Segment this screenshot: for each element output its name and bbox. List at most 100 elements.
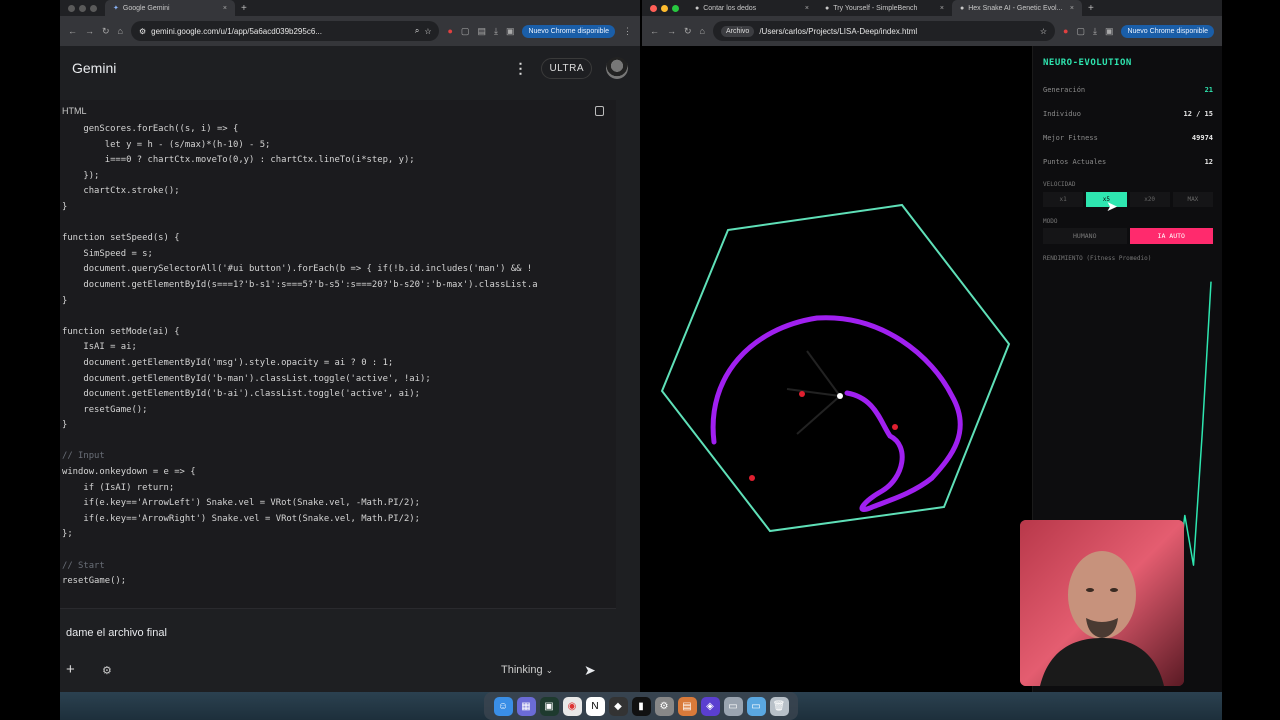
tools-icon[interactable]: ⚙ bbox=[102, 664, 112, 677]
puzzle-icon[interactable]: ▢ bbox=[461, 26, 470, 37]
extension-icon[interactable]: ● bbox=[447, 26, 452, 36]
puzzle-icon[interactable]: ▢ bbox=[1076, 26, 1085, 37]
home-icon[interactable]: ⌂ bbox=[118, 26, 123, 36]
copy-icon[interactable] bbox=[595, 106, 604, 116]
preview-icon[interactable]: ▭ bbox=[723, 696, 743, 716]
mode-ai-button[interactable]: IA AUTO bbox=[1129, 228, 1213, 244]
reload-icon[interactable]: ↻ bbox=[102, 26, 110, 37]
code-line: if(e.key=='ArrowLeft') Snake.vel = VRot(… bbox=[62, 498, 420, 509]
hex-arena bbox=[660, 203, 1011, 533]
model-selector[interactable]: Thinking ⌄ bbox=[501, 664, 553, 676]
forward-icon[interactable]: → bbox=[85, 26, 94, 36]
add-attachment-icon[interactable]: + bbox=[66, 661, 75, 678]
snake-sensors bbox=[786, 350, 841, 435]
stat-generation: Generación 21 bbox=[1043, 86, 1213, 94]
food-dot bbox=[799, 391, 805, 397]
tab-contar[interactable]: ● Contar los dedos × bbox=[687, 0, 817, 16]
close-tab-icon[interactable]: × bbox=[223, 5, 227, 12]
game-canvas[interactable] bbox=[642, 46, 1032, 692]
send-icon[interactable]: ➤ bbox=[584, 662, 596, 679]
speed-x20-button[interactable]: x20 bbox=[1129, 192, 1170, 207]
tab-hex-snake[interactable]: ● Hex Snake AI - Genetic Evol... × bbox=[952, 0, 1082, 16]
stat-value: 21 bbox=[1204, 86, 1213, 94]
launchpad-icon[interactable]: ▦ bbox=[516, 696, 536, 716]
close-tab-icon[interactable]: × bbox=[940, 5, 944, 12]
prompt-input[interactable]: dame el archivo final bbox=[66, 627, 167, 639]
new-tab-icon[interactable]: + bbox=[1082, 3, 1100, 14]
tab-gemini[interactable]: ✦ Google Gemini × bbox=[105, 0, 235, 16]
page-scrollbar[interactable] bbox=[616, 100, 640, 692]
left-tabbar: ✦ Google Gemini × + bbox=[60, 0, 640, 16]
more-options-icon[interactable]: ⋮ bbox=[513, 60, 527, 77]
terminal-green-icon[interactable]: ▣ bbox=[539, 696, 559, 716]
code-line: SimSpeed = s; bbox=[62, 248, 153, 259]
chrome-icon[interactable]: ◉ bbox=[562, 696, 582, 716]
zoom-window-icon[interactable] bbox=[90, 4, 97, 12]
file-chip[interactable]: Archivo bbox=[720, 25, 755, 37]
close-window-icon[interactable] bbox=[650, 4, 657, 12]
data-point bbox=[1192, 564, 1195, 566]
food-dot bbox=[892, 424, 898, 430]
code-line: // Start bbox=[62, 560, 105, 571]
update-chrome-button[interactable]: Nuevo Chrome disponible bbox=[522, 24, 615, 38]
tab-title: Hex Snake AI - Genetic Evol... bbox=[968, 4, 1063, 12]
forward-icon[interactable]: → bbox=[667, 26, 676, 36]
speed-max-button[interactable]: MAX bbox=[1172, 192, 1213, 207]
terminal-icon[interactable]: ▮ bbox=[631, 696, 651, 716]
tab-simplebench[interactable]: ● Try Yourself - SimpleBench × bbox=[817, 0, 952, 16]
reload-icon[interactable]: ↻ bbox=[684, 26, 692, 37]
close-tab-icon[interactable]: × bbox=[805, 5, 809, 12]
address-bar[interactable]: ⚙ gemini.google.com/u/1/app/5a6acd039b29… bbox=[130, 21, 440, 41]
code-line: genScores.forEach((s, i) => { bbox=[62, 124, 239, 134]
address-bar[interactable]: Archivo /Users/carlos/Projects/LISA-Deep… bbox=[712, 21, 1055, 41]
split-icon[interactable]: ▣ bbox=[506, 26, 515, 37]
sidepanel-icon[interactable]: ▤ bbox=[477, 26, 486, 37]
stat-label: Puntos Actuales bbox=[1043, 158, 1107, 166]
window-controls bbox=[60, 4, 105, 12]
notion-icon[interactable]: N bbox=[585, 696, 605, 716]
code-line: window.onkeydown = e => { bbox=[62, 467, 196, 478]
zoom-window-icon[interactable] bbox=[672, 4, 679, 12]
back-icon[interactable]: ← bbox=[68, 26, 77, 36]
left-toolbar: ← → ↻ ⌂ ⚙ gemini.google.com/u/1/app/5a6a… bbox=[60, 16, 640, 46]
download-icon[interactable]: ⤓ bbox=[494, 26, 498, 37]
finder-icon[interactable]: ☺ bbox=[493, 696, 513, 716]
folder-icon[interactable]: ▭ bbox=[746, 696, 766, 716]
close-tab-icon[interactable]: × bbox=[1070, 5, 1074, 12]
speed-x1-button[interactable]: x1 bbox=[1043, 192, 1084, 207]
mouse-cursor-icon: ➤ bbox=[1106, 198, 1118, 214]
app-icon[interactable]: ▤ bbox=[677, 696, 697, 716]
plan-badge[interactable]: ULTRA bbox=[541, 57, 592, 79]
settings-icon[interactable]: ⚙ bbox=[654, 696, 674, 716]
search-icon[interactable]: ⌕ bbox=[415, 26, 419, 36]
code-line: document.getElementById('msg').style.opa… bbox=[62, 357, 394, 368]
site-info-icon[interactable]: ⚙ bbox=[139, 27, 146, 36]
home-icon[interactable]: ⌂ bbox=[700, 26, 705, 36]
code-line: } bbox=[62, 295, 68, 306]
mode-human-button[interactable]: HUMANO bbox=[1043, 228, 1127, 244]
bookmark-star-icon[interactable]: ☆ bbox=[1040, 27, 1047, 36]
app-icon-purple[interactable]: ◈ bbox=[700, 696, 720, 716]
model-label: Thinking bbox=[501, 664, 543, 676]
minimize-window-icon[interactable] bbox=[661, 4, 668, 12]
code-line: } bbox=[62, 420, 68, 431]
right-tabbar: ● Contar los dedos × ● Try Yourself - Si… bbox=[642, 0, 1222, 16]
avatar[interactable] bbox=[606, 57, 628, 79]
screen: ✦ Google Gemini × + ← → ↻ ⌂ ⚙ gemini.goo… bbox=[0, 0, 1280, 720]
split-icon[interactable]: ▣ bbox=[1105, 26, 1114, 37]
new-tab-icon[interactable]: + bbox=[235, 3, 253, 14]
back-icon[interactable]: ← bbox=[650, 26, 659, 36]
speed-buttons: x1 x5 x20 MAX bbox=[1043, 192, 1213, 207]
download-icon[interactable]: ⤓ bbox=[1093, 26, 1097, 37]
extension-icon[interactable]: ● bbox=[1063, 26, 1068, 36]
bookmark-star-icon[interactable]: ☆ bbox=[424, 27, 431, 36]
menu-kebab-icon[interactable]: ⋮ bbox=[623, 26, 632, 37]
trash-icon[interactable]: 🗑 bbox=[769, 696, 789, 716]
prompt-box[interactable]: dame el archivo final + ⚙ Thinking ⌄ ➤ bbox=[60, 608, 616, 692]
cursor-app-icon[interactable]: ◆ bbox=[608, 696, 628, 716]
update-chrome-button[interactable]: Nuevo Chrome disponible bbox=[1121, 24, 1214, 38]
close-window-icon[interactable] bbox=[68, 4, 75, 12]
minimize-window-icon[interactable] bbox=[79, 4, 86, 12]
tab-favicon: ● bbox=[695, 4, 700, 12]
